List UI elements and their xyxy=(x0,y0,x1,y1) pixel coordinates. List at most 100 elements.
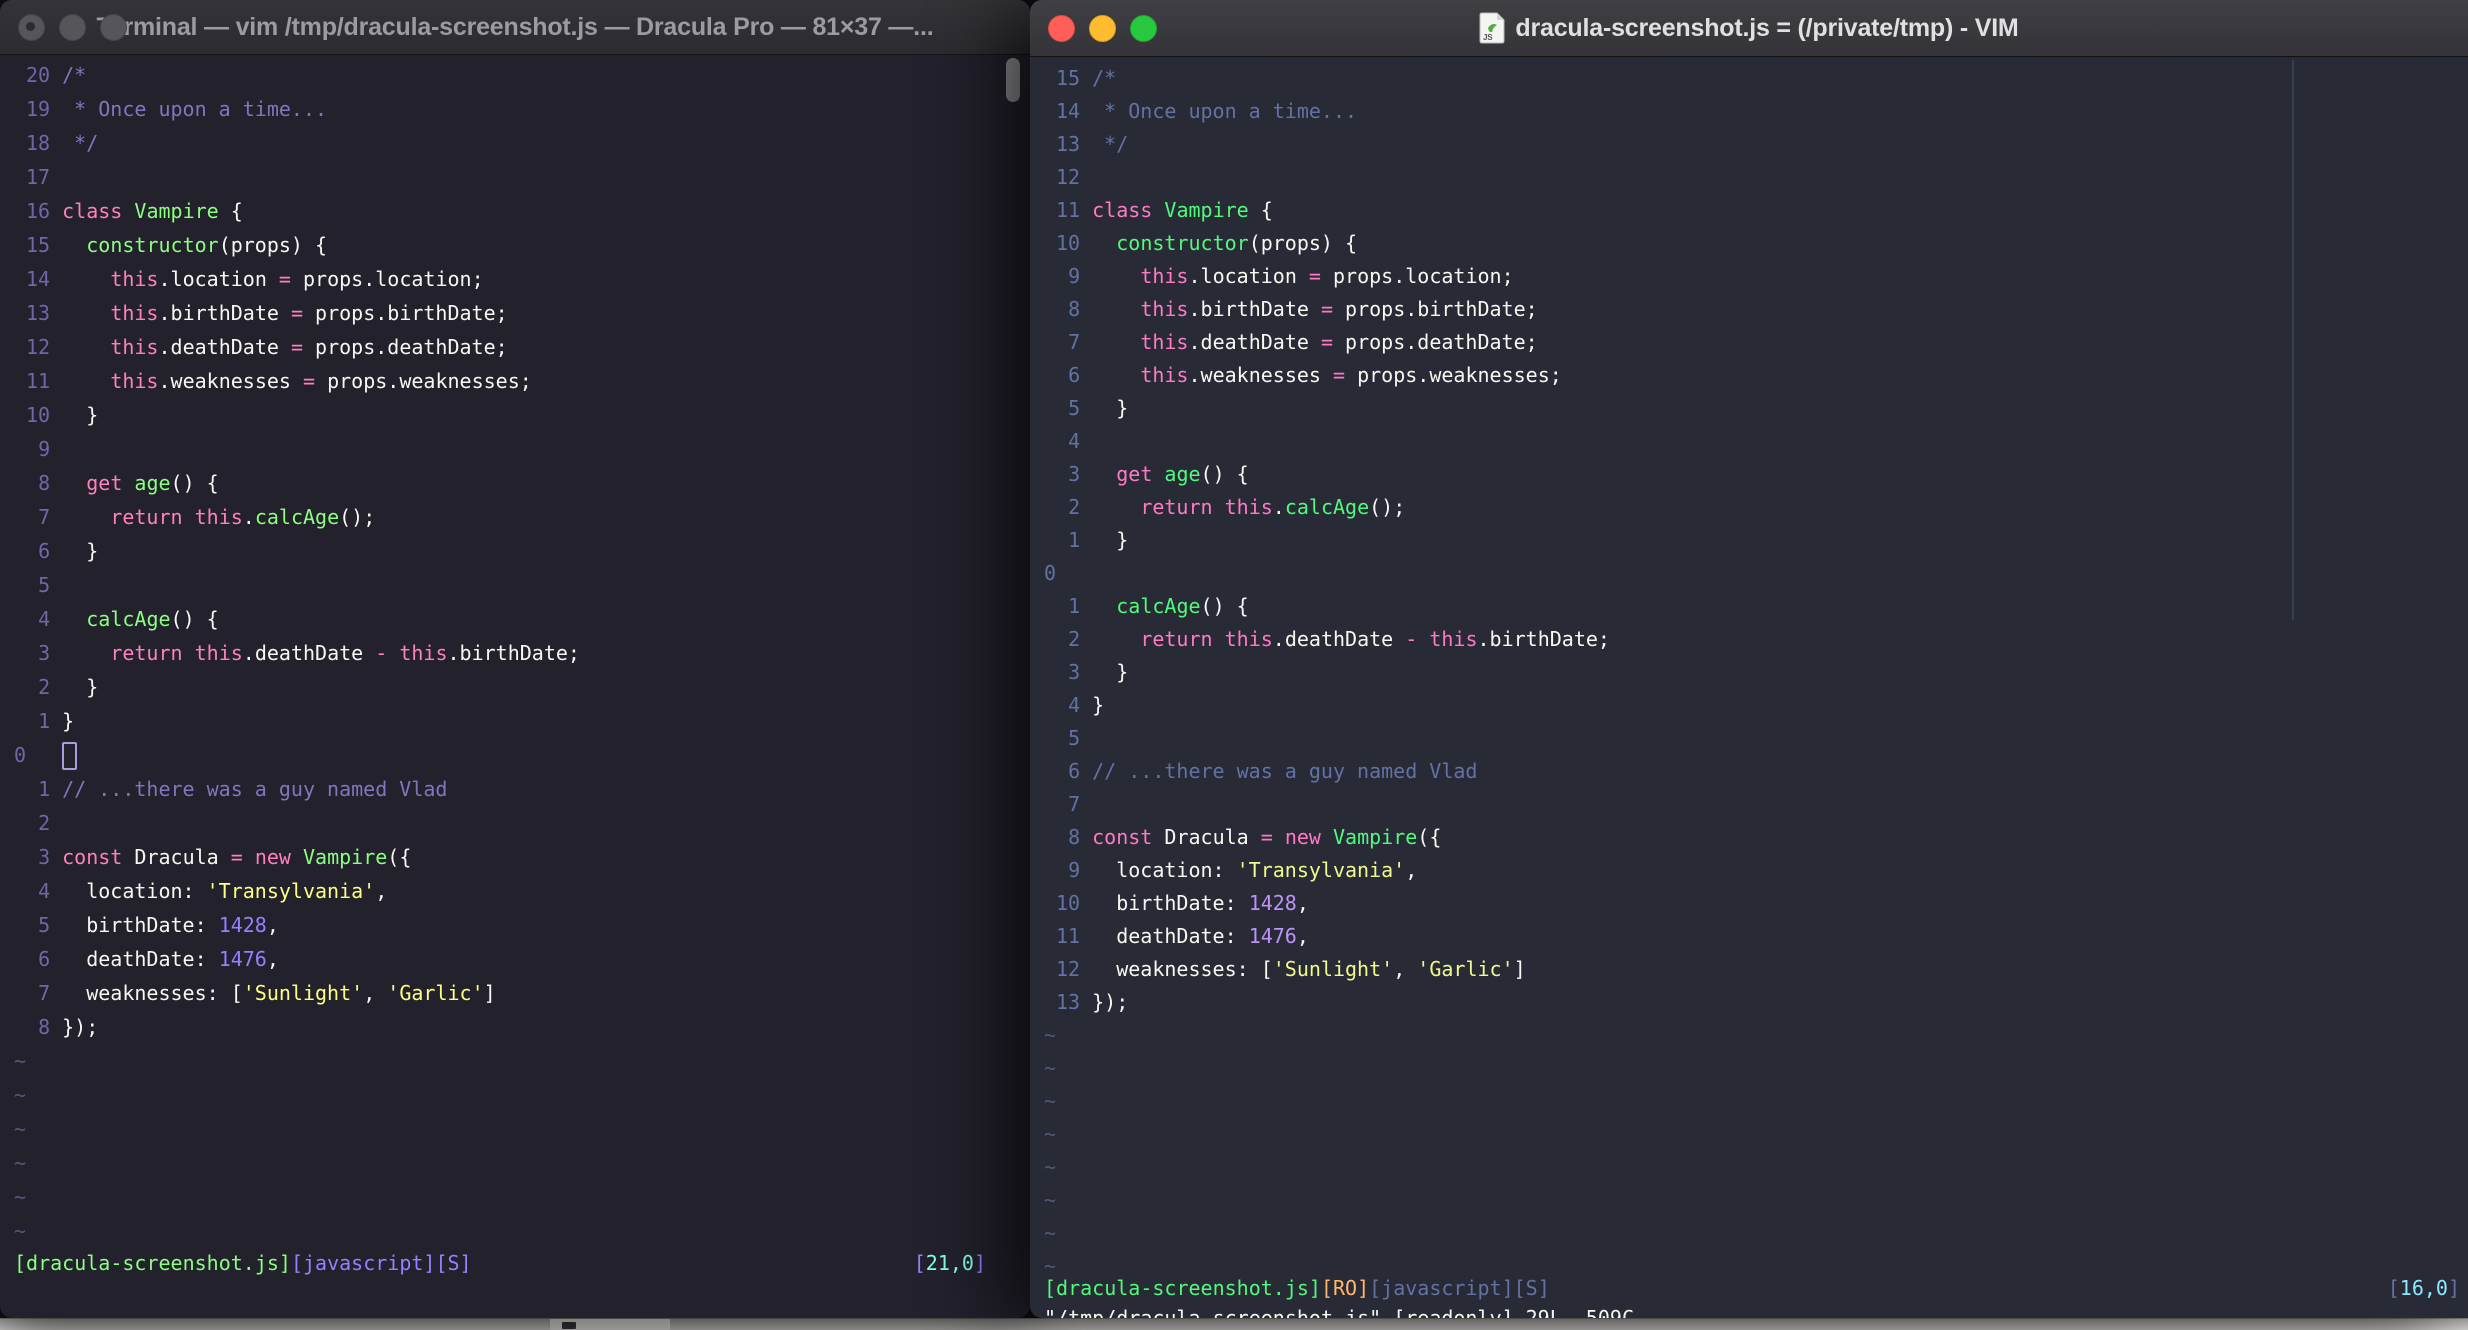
code-line: 2 } xyxy=(14,670,1030,704)
zoom-button[interactable] xyxy=(1130,14,1157,42)
code-line: 4 calcAge() { xyxy=(14,602,1030,636)
code-line: 9 this.location = props.location; xyxy=(1044,260,2468,293)
code-text: constructor(props) { xyxy=(86,233,328,257)
terminal-window[interactable]: Terminal — vim /tmp/dracula-screenshot.j… xyxy=(0,0,1030,1318)
line-number: 14 xyxy=(26,267,51,291)
line-number: 19 xyxy=(26,97,51,121)
minimize-button[interactable] xyxy=(59,13,86,41)
code-text: // ...there was a guy named Vlad xyxy=(1092,759,1478,783)
line-number: 4 xyxy=(1068,429,1081,453)
code-line: 5 xyxy=(1044,722,2468,755)
code-line: 12 weaknesses: ['Sunlight', 'Garlic'] xyxy=(1044,953,2468,986)
code-line: 11 deathDate: 1476, xyxy=(1044,920,2468,953)
code-line: 3 get age() { xyxy=(1044,458,2468,491)
code-line: 11 class Vampire { xyxy=(1044,194,2468,227)
line-number: 8 xyxy=(38,471,51,495)
empty-line-tilde: ~ xyxy=(1044,1188,1057,1212)
code-text: }); xyxy=(1092,990,1129,1014)
statusline-flag: [S] xyxy=(1513,1276,1550,1300)
close-button[interactable] xyxy=(1048,14,1075,42)
line-number: 4 xyxy=(38,879,51,903)
code-line: 14 this.location = props.location; xyxy=(14,262,1030,296)
code-line: 5 birthDate: 1428, xyxy=(14,908,1030,942)
line-number: 16 xyxy=(26,199,51,223)
line-number: 5 xyxy=(38,573,51,597)
code-line: 7 this.deathDate = props.deathDate; xyxy=(1044,326,2468,359)
line-number: 13 xyxy=(1056,132,1081,156)
code-text: birthDate: 1428, xyxy=(1092,891,1309,915)
macvim-window[interactable]: JS dracula-screenshot.js = (/private/tmp… xyxy=(1030,0,2468,1318)
code-line: 3 const Dracula = new Vampire({ xyxy=(14,840,1030,874)
code-line: 18 */ xyxy=(14,126,1030,160)
line-number: 4 xyxy=(1068,693,1081,717)
code-line: 15 /* xyxy=(1044,62,2468,95)
code-text: location: 'Transylvania', xyxy=(62,879,388,903)
vim-editor-area-left[interactable]: 20/* 19 * Once upon a time... 18 */17 16 cla… xyxy=(0,54,1030,1318)
code-text: } xyxy=(1092,660,1129,684)
line-number: 10 xyxy=(26,403,51,427)
minimize-button[interactable] xyxy=(1089,14,1116,42)
line-number: 6 xyxy=(1068,759,1081,783)
line-number: 6 xyxy=(1068,363,1081,387)
line-number: 0 xyxy=(14,743,27,767)
traffic-lights[interactable] xyxy=(18,0,127,54)
code-text: calcAge() { xyxy=(1116,594,1249,618)
code-text: this.birthDate = props.birthDate; xyxy=(110,301,508,325)
code-area-right[interactable]: 15/* 14 * Once upon a time... 13 */12 11 cla… xyxy=(1030,56,2468,1283)
zoom-button[interactable] xyxy=(100,13,127,41)
code-text: this.deathDate = props.deathDate; xyxy=(110,335,508,359)
code-text: get age() { xyxy=(86,471,219,495)
code-line: 1 } xyxy=(1044,524,2468,557)
empty-line-tilde: ~ xyxy=(14,1083,27,1107)
code-line: 7 xyxy=(1044,788,2468,821)
scrollbar-thumb[interactable] xyxy=(1006,58,1020,102)
code-line: 4 location: 'Transylvania', xyxy=(14,874,1030,908)
code-line: 7 weaknesses: ['Sunlight', 'Garlic'] xyxy=(14,976,1030,1010)
empty-line-tilde: ~ xyxy=(1044,1155,1057,1179)
ruler-text: 16,0 xyxy=(2399,1276,2448,1300)
line-number: 3 xyxy=(38,845,51,869)
code-line: 9 location: 'Transylvania', xyxy=(1044,854,2468,887)
svg-text:JS: JS xyxy=(1483,33,1493,42)
code-text: calcAge() { xyxy=(86,607,219,631)
ruler-right: [16,0] xyxy=(2388,1272,2460,1305)
code-text: * Once upon a time... xyxy=(1092,99,1358,123)
statusline-flag: [javascript] xyxy=(290,1251,436,1275)
empty-line-tilde: ~ xyxy=(14,1151,27,1175)
ruler-text: ] xyxy=(973,1251,986,1275)
line-number: 18 xyxy=(26,131,51,155)
command-line-message: "/tmp/dracula-screenshot.js" [readonly] … xyxy=(1044,1306,1635,1318)
code-text: location: 'Transylvania', xyxy=(1092,858,1418,882)
code-line: 15 constructor(props) { xyxy=(14,228,1030,262)
code-text: class Vampire { xyxy=(1092,198,1273,222)
line-number: 17 xyxy=(26,165,51,189)
macvim-titlebar[interactable]: JS dracula-screenshot.js = (/private/tmp… xyxy=(1030,0,2468,57)
line-number: 7 xyxy=(38,505,51,529)
code-text: } xyxy=(1092,396,1129,420)
line-number: 5 xyxy=(38,913,51,937)
line-number: 13 xyxy=(26,301,51,325)
line-number: 14 xyxy=(1056,99,1081,123)
code-line: 3 } xyxy=(1044,656,2468,689)
line-number: 12 xyxy=(26,335,51,359)
code-line: 11 this.weaknesses = props.weaknesses; xyxy=(14,364,1030,398)
line-number: 13 xyxy=(1056,990,1081,1014)
line-number: 8 xyxy=(1068,297,1081,321)
terminal-titlebar[interactable]: Terminal — vim /tmp/dracula-screenshot.j… xyxy=(0,0,1030,55)
code-text: return this.calcAge(); xyxy=(110,505,376,529)
code-text: weaknesses: ['Sunlight', 'Garlic'] xyxy=(1092,957,1526,981)
code-text: } xyxy=(62,709,75,733)
vim-editor-area-right[interactable]: 15/* 14 * Once upon a time... 13 */12 11 cla… xyxy=(1030,56,2468,1318)
line-number: 5 xyxy=(1068,726,1081,750)
code-text: } xyxy=(1092,693,1105,717)
line-number: 7 xyxy=(1068,330,1081,354)
code-text: deathDate: 1476, xyxy=(62,947,279,971)
empty-line-tilde: ~ xyxy=(1044,1089,1057,1113)
traffic-lights[interactable] xyxy=(1048,0,1157,56)
empty-line-tilde: ~ xyxy=(14,1049,27,1073)
code-text: weaknesses: ['Sunlight', 'Garlic'] xyxy=(62,981,496,1005)
statusline-flag: [dracula-screenshot.js] xyxy=(1044,1276,1321,1300)
code-area-left[interactable]: 20/* 19 * Once upon a time... 18 */17 16 cla… xyxy=(0,54,1030,1248)
code-line: 2 return this.deathDate - this.birthDate… xyxy=(1044,623,2468,656)
close-button[interactable] xyxy=(18,13,45,41)
